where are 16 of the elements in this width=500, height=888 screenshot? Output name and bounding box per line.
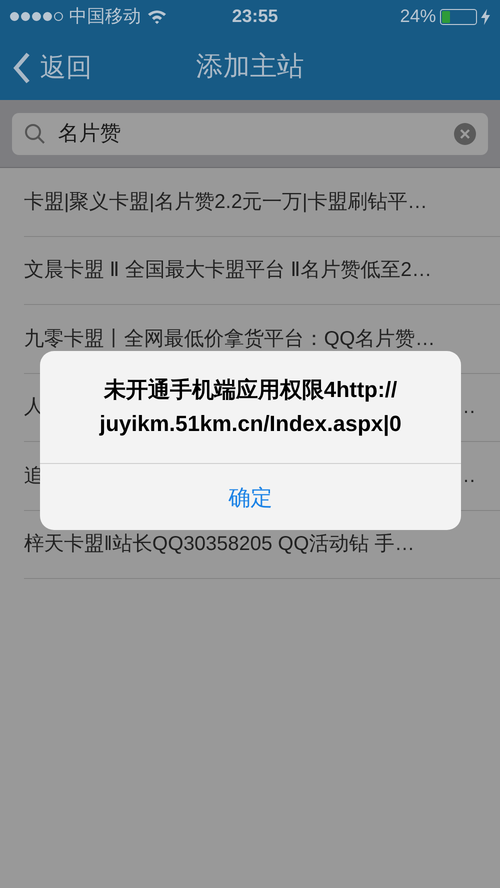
battery-percent: 24% [400,5,436,28]
search-icon [24,122,46,144]
back-button[interactable]: 返回 [12,48,92,87]
result-row[interactable]: 卡盟|聚义卡盟|名片赞2.2元一万|卡盟刷钻平… [24,168,500,236]
alert-message: 未开通手机端应用权限4http:// juyikm.51km.cn/Index.aspx|0 [99,376,402,438]
battery-icon [440,8,477,24]
result-row[interactable]: 文晨卡盟 Ⅱ 全国最大卡盟平台 Ⅱ名片赞低至2… [24,236,500,305]
wifi-icon [147,9,167,24]
signal-icon [10,12,63,21]
back-chevron-icon [12,52,32,84]
close-icon [460,128,470,138]
nav-title: 添加主站 [196,50,304,84]
carrier-name: 中国移动 [69,5,141,28]
clear-button[interactable] [454,122,476,144]
search-field[interactable]: 名片赞 [12,112,488,154]
status-time: 23:55 [232,5,278,28]
